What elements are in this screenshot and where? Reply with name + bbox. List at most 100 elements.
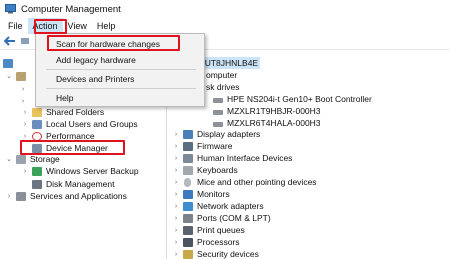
tree-root[interactable] — [3, 57, 17, 69]
tree-item-disk-management[interactable]: Disk Management — [32, 178, 115, 190]
tree-label: Windows Server Backup — [46, 166, 139, 176]
window-title: Computer Management — [21, 3, 121, 15]
category-display-adapters[interactable]: › Display adapters — [172, 128, 260, 140]
expand-icon[interactable]: › — [172, 251, 180, 258]
expand-icon[interactable]: › — [19, 98, 27, 105]
category-network-adapters[interactable]: › Network adapters — [172, 200, 264, 212]
forward-icon[interactable] — [20, 36, 30, 48]
disk-drives-label: sk drives — [206, 82, 240, 92]
expand-icon[interactable]: › — [19, 86, 27, 93]
expand-icon[interactable]: › — [172, 203, 180, 210]
expand-icon[interactable]: › — [21, 168, 29, 175]
menu-separator — [46, 88, 196, 89]
category-firmware[interactable]: › Firmware — [172, 140, 233, 152]
tools-icon — [16, 71, 26, 81]
expand-icon[interactable]: › — [172, 191, 180, 198]
category-mice[interactable]: › Mice and other pointing devices — [172, 176, 317, 188]
disk-icon — [32, 179, 42, 189]
category-label: Keyboards — [197, 165, 238, 175]
tree-task-scheduler[interactable]: › — [19, 83, 30, 95]
expand-icon[interactable]: › — [172, 179, 180, 186]
display-adapter-icon — [183, 129, 193, 139]
category-security-devices[interactable]: › Security devices — [172, 248, 259, 259]
disk-item[interactable]: MZXLR1T9HBJR-000H3 — [213, 105, 321, 117]
tree-label: Services and Applications — [30, 191, 127, 201]
device-tree-pane: 5UT8JHNLB4E omputer sk drives HPE NS204i… — [168, 51, 449, 259]
category-label: Display adapters — [197, 129, 261, 139]
back-arrow-icon[interactable] — [3, 35, 16, 48]
category-hid[interactable]: › Human Interface Devices — [172, 152, 293, 164]
disk-drives-node[interactable]: sk drives — [206, 81, 240, 93]
expand-icon[interactable]: › — [172, 131, 180, 138]
tree-system-tools[interactable]: ⌄ — [5, 70, 30, 82]
drive-icon — [213, 97, 223, 103]
backup-icon — [32, 166, 42, 176]
title-bar: Computer Management — [0, 0, 449, 18]
expand-icon[interactable]: › — [172, 143, 180, 150]
highlight-scan-hardware — [47, 35, 180, 51]
tree-item-services-apps[interactable]: › Services and Applications — [5, 190, 127, 202]
computer-node[interactable]: omputer — [206, 69, 237, 81]
category-keyboards[interactable]: › Keyboards — [172, 164, 238, 176]
expand-icon[interactable]: › — [172, 167, 180, 174]
computer-name-node[interactable]: 5UT8JHNLB4E — [198, 57, 261, 69]
category-label: Firmware — [197, 141, 233, 151]
printer-icon — [183, 225, 193, 235]
expand-icon[interactable]: › — [172, 155, 180, 162]
expand-icon[interactable]: › — [5, 193, 13, 200]
tree-label: Local Users and Groups — [46, 119, 138, 129]
tree-item-shared-folders[interactable]: › Shared Folders — [21, 106, 104, 118]
computer-icon — [3, 58, 13, 68]
computer-label: omputer — [206, 70, 238, 80]
tree-item-local-users[interactable]: › Local Users and Groups — [21, 118, 138, 130]
category-print-queues[interactable]: › Print queues — [172, 224, 245, 236]
menu-item-help[interactable]: Help — [56, 93, 73, 103]
category-label: Monitors — [197, 189, 230, 199]
expand-icon[interactable]: › — [21, 121, 29, 128]
collapse-icon[interactable]: ⌄ — [5, 72, 13, 80]
monitor-icon — [183, 189, 193, 199]
storage-icon — [16, 154, 26, 164]
security-device-icon — [183, 249, 193, 259]
category-label: Processors — [197, 237, 240, 247]
disk-label: MZXLR6T4HALA-000H3 — [227, 118, 321, 128]
users-icon — [32, 119, 42, 129]
mouse-icon — [184, 177, 191, 187]
category-label: Print queues — [197, 225, 245, 235]
network-adapter-icon — [183, 201, 193, 211]
disk-label: HPE NS204i-t Gen10+ Boot Controller — [227, 94, 372, 104]
processor-icon — [183, 237, 193, 247]
services-icon — [16, 191, 26, 201]
category-label: Human Interface Devices — [197, 153, 293, 163]
firmware-icon — [183, 141, 193, 151]
category-label: Network adapters — [197, 201, 264, 211]
menu-separator — [46, 69, 196, 70]
category-ports[interactable]: › Ports (COM & LPT) — [172, 212, 271, 224]
expand-icon[interactable]: › — [172, 215, 180, 222]
tree-item-windows-server-backup[interactable]: › Windows Server Backup — [21, 165, 139, 177]
category-processors[interactable]: › Processors — [172, 236, 240, 248]
expand-icon[interactable]: › — [172, 227, 180, 234]
expand-icon[interactable]: › — [172, 239, 180, 246]
hid-icon — [183, 153, 193, 163]
category-monitors[interactable]: › Monitors — [172, 188, 230, 200]
menu-bar: File Action View Help — [0, 18, 449, 34]
menu-file[interactable]: File — [3, 18, 28, 34]
menu-help[interactable]: Help — [92, 18, 121, 34]
expand-icon[interactable]: › — [21, 109, 29, 116]
category-label: Mice and other pointing devices — [197, 177, 317, 187]
tree-label: Shared Folders — [46, 107, 105, 117]
shared-folder-icon — [32, 107, 42, 117]
computer-name: 5UT8JHNLB4E — [200, 58, 259, 68]
disk-item[interactable]: HPE NS204i-t Gen10+ Boot Controller — [213, 93, 372, 105]
highlight-device-manager — [20, 140, 125, 155]
menu-item-devices-printers[interactable]: Devices and Printers — [56, 74, 134, 84]
menu-item-add-legacy-hardware[interactable]: Add legacy hardware — [56, 55, 136, 65]
expand-icon[interactable]: › — [21, 133, 29, 140]
keyboard-icon — [183, 165, 193, 175]
drive-icon — [213, 121, 223, 127]
tree-label: Storage — [30, 154, 60, 164]
category-label: Security devices — [197, 249, 259, 259]
collapse-icon[interactable]: ⌄ — [5, 155, 13, 163]
tree-label: Disk Management — [46, 179, 115, 189]
